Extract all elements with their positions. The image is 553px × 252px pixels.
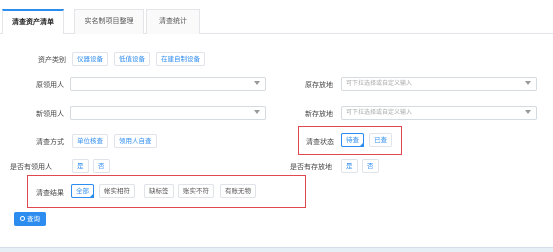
check-result-option-all[interactable]: 全部 [71, 184, 94, 198]
has-user-option-no[interactable]: 否 [93, 159, 110, 173]
has-location-option-yes[interactable]: 是 [341, 159, 358, 173]
new-user-label: 新领用人 [36, 110, 64, 118]
asset-type-option-self-made[interactable]: 在建自制设备 [156, 52, 205, 66]
new-location-select[interactable]: 可下拉选择或自定义输入 [341, 106, 537, 120]
check-status-option-pending-text: 待查 [346, 136, 359, 144]
tab-asset-list[interactable]: 清查资产清单 [2, 9, 64, 35]
asset-type-label: 资产类别 [38, 56, 66, 64]
orig-user-select[interactable] [70, 77, 266, 91]
orig-user-label: 原领用人 [36, 81, 64, 89]
check-result-option-all-text: 全部 [76, 187, 89, 195]
new-location-label: 新存放地 [305, 110, 333, 118]
new-user-select[interactable] [70, 106, 266, 120]
query-button-label: 查询 [27, 215, 40, 223]
check-result-label: 清查结果 [36, 189, 64, 197]
new-location-placeholder: 可下拉选择或自定义输入 [346, 109, 413, 116]
has-location-option-no[interactable]: 否 [362, 159, 379, 173]
selected-check-icon [89, 193, 94, 198]
chevron-down-icon [254, 110, 260, 114]
check-method-option-unit[interactable]: 单位核查 [72, 134, 108, 148]
chevron-down-icon [525, 81, 531, 85]
has-user-option-yes[interactable]: 是 [72, 159, 89, 173]
orig-location-placeholder: 可下拉选择或自定义输入 [346, 80, 413, 87]
check-result-option-missing-label[interactable]: 缺标签 [144, 184, 174, 198]
check-method-option-self[interactable]: 领用人自查 [114, 134, 157, 148]
check-status-label: 清查状态 [306, 138, 334, 146]
asset-type-option-instrument[interactable]: 仪器设备 [72, 52, 108, 66]
check-status-option-pending[interactable]: 待查 [341, 133, 364, 147]
tab-bar: 清查资产清单 实名制项目整理 清查统计 [0, 0, 553, 35]
chevron-down-icon [525, 110, 531, 114]
tab-statistics[interactable]: 清查统计 [146, 9, 200, 34]
check-result-option-mismatch[interactable]: 账实不符 [178, 184, 214, 198]
query-button[interactable]: 查询 [14, 212, 46, 226]
selected-check-icon [359, 142, 364, 147]
search-icon [20, 216, 25, 221]
chevron-down-icon [254, 81, 260, 85]
has-location-label: 是否有存放地 [290, 163, 332, 171]
orig-location-label: 原存放地 [305, 81, 333, 89]
asset-type-option-low-value[interactable]: 低值设备 [114, 52, 150, 66]
tab-real-name-projects[interactable]: 实名制项目整理 [74, 9, 144, 34]
check-result-option-match[interactable]: 帐实相符 [99, 184, 135, 198]
check-result-option-no-item[interactable]: 有账无物 [220, 184, 256, 198]
bottom-divider [0, 247, 553, 252]
has-user-label: 是否有领用人 [10, 163, 52, 171]
check-status-option-done[interactable]: 已查 [369, 133, 392, 147]
orig-location-select[interactable]: 可下拉选择或自定义输入 [341, 77, 537, 91]
check-method-label: 清查方式 [36, 138, 64, 146]
